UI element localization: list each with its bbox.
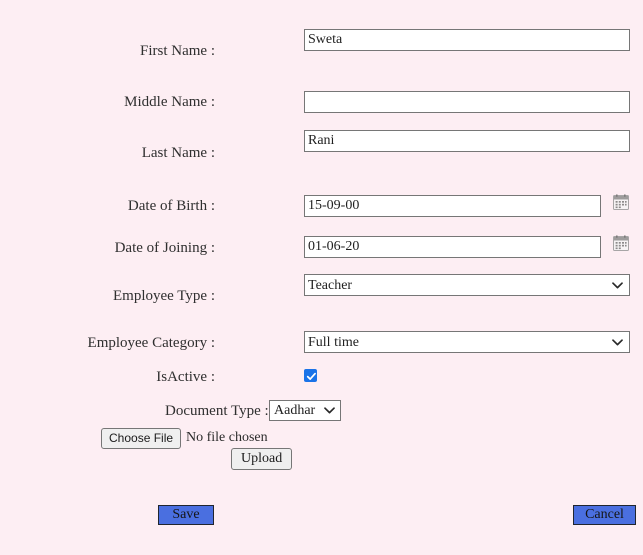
date-of-joining-input[interactable] bbox=[304, 236, 601, 258]
label-document-type: Document Type : bbox=[165, 403, 269, 419]
save-button[interactable]: Save bbox=[158, 505, 214, 525]
calendar-icon[interactable] bbox=[613, 194, 629, 210]
employee-type-select[interactable]: Teacher bbox=[304, 274, 630, 296]
cancel-button[interactable]: Cancel bbox=[573, 505, 636, 525]
label-date-of-birth: Date of Birth : bbox=[127, 198, 215, 214]
label-employee-type: Employee Type : bbox=[113, 288, 215, 304]
document-type-select[interactable]: Aadhar bbox=[269, 400, 341, 421]
middle-name-input[interactable] bbox=[304, 91, 630, 113]
is-active-checkbox[interactable] bbox=[304, 369, 317, 382]
label-middle-name: Middle Name : bbox=[124, 94, 215, 110]
label-date-of-joining: Date of Joining : bbox=[114, 240, 215, 256]
label-is-active: IsActive : bbox=[156, 369, 215, 385]
choose-file-button[interactable]: Choose File bbox=[101, 428, 182, 449]
file-status-text: No file chosen bbox=[186, 430, 268, 445]
date-of-birth-input[interactable] bbox=[304, 195, 601, 217]
check-icon bbox=[306, 372, 316, 380]
calendar-icon[interactable] bbox=[613, 235, 629, 251]
label-last-name: Last Name : bbox=[141, 145, 215, 161]
employee-category-select[interactable]: Full time bbox=[304, 331, 630, 353]
employee-form: First Name : Middle Name : Last Name : D… bbox=[0, 0, 643, 555]
first-name-input[interactable] bbox=[304, 29, 630, 51]
upload-button[interactable]: Upload bbox=[231, 448, 293, 470]
label-employee-category: Employee Category : bbox=[87, 335, 215, 351]
label-first-name: First Name : bbox=[140, 43, 215, 59]
last-name-input[interactable] bbox=[304, 130, 630, 152]
